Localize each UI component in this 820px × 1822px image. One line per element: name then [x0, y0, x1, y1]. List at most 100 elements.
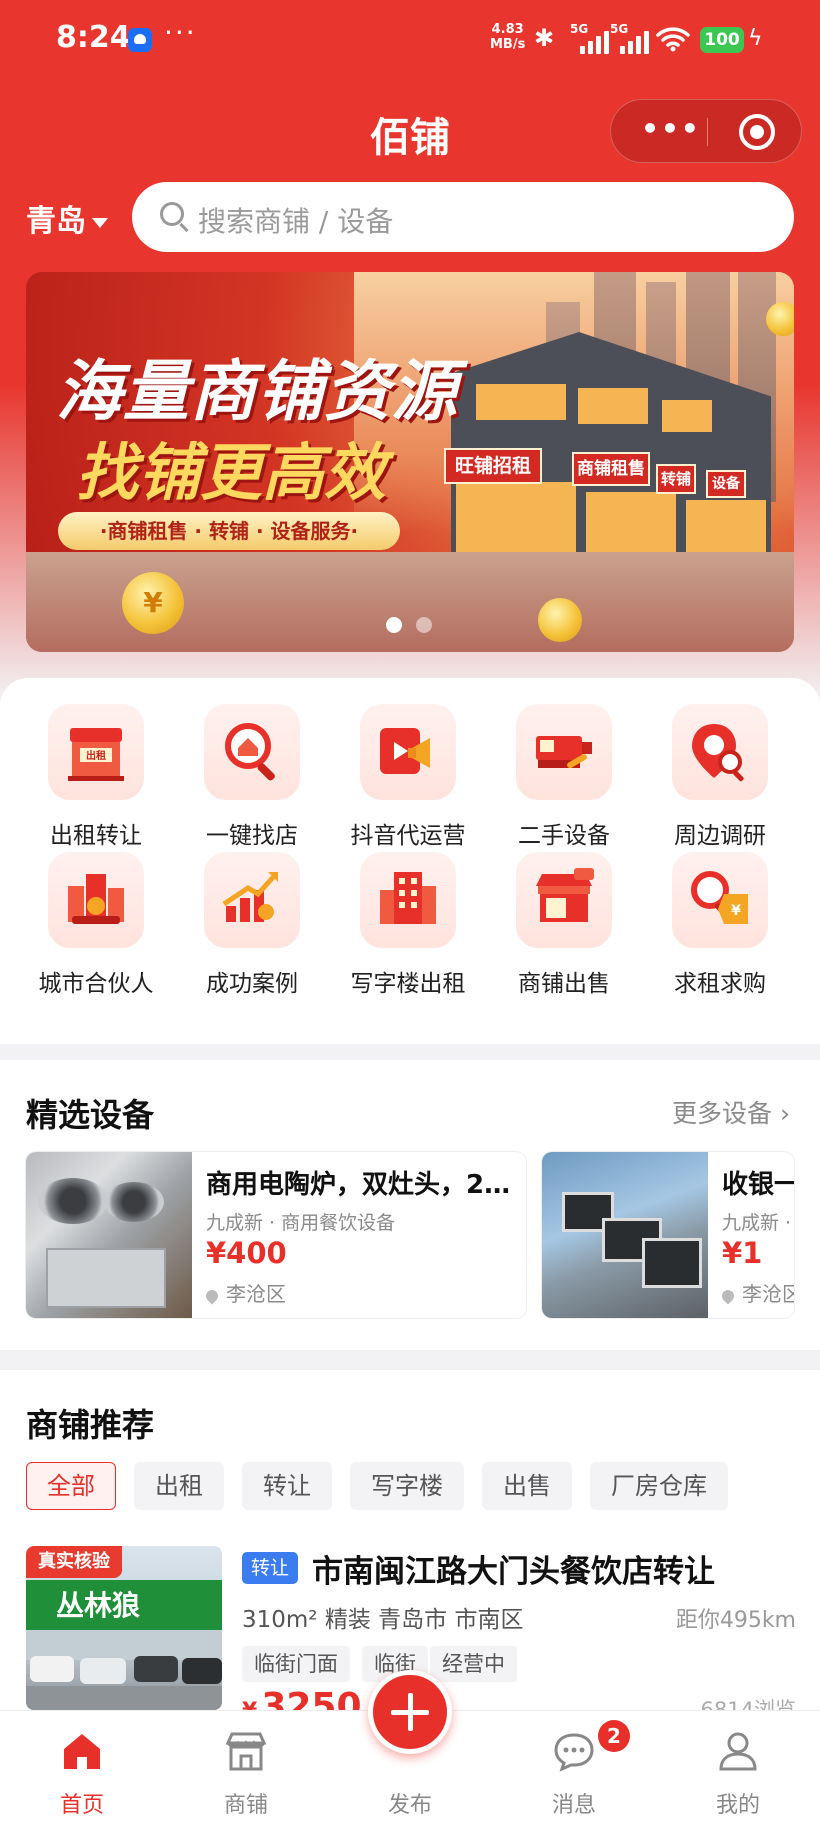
equipment-photo	[26, 1152, 192, 1318]
tab-label: 我的	[715, 1793, 760, 1818]
category-nearby-research[interactable]: 周边调研	[642, 704, 798, 850]
chevron-right-icon: ›	[780, 1099, 790, 1128]
shop-title: 市南闽江路大门头餐饮店转让	[312, 1554, 715, 1590]
shop-filter-tabs: 全部 出租 转让 写字楼 出售 厂房仓库	[26, 1462, 728, 1510]
equipment-title-text: 收银一	[722, 1170, 794, 1200]
search-icon	[160, 202, 184, 226]
target-circle-icon[interactable]	[739, 114, 775, 150]
tab-rent[interactable]: 出租	[134, 1462, 224, 1510]
signal-icon-2: 5G	[610, 22, 650, 54]
coin-icon	[538, 598, 582, 642]
category-label: 出租转让	[50, 823, 142, 849]
shop-photo: 丛林狼 真实核验	[26, 1546, 222, 1710]
equipment-title-text: 商用电陶炉，双灶头，2…	[206, 1170, 511, 1200]
tab-transfer[interactable]: 转让	[242, 1462, 332, 1510]
bluetooth-icon: ✱	[534, 24, 555, 52]
category-label: 写字楼出租	[350, 971, 466, 997]
category-label: 求租求购	[674, 971, 766, 997]
tab-office[interactable]: 写字楼	[350, 1462, 464, 1510]
tab-label: 发布	[387, 1793, 432, 1818]
equipment-location: 李沧区	[203, 1278, 286, 1307]
user-icon	[719, 1732, 757, 1771]
category-douyin-ops[interactable]: 抖音代运营	[330, 704, 486, 850]
speed-value: 4.83	[491, 22, 524, 37]
location-text: 李沧区	[742, 1282, 794, 1306]
category-shop-sale[interactable]: 商铺出售	[486, 852, 642, 998]
category-used-equipment[interactable]: 二手设备	[486, 704, 642, 850]
category-label: 城市合伙人	[38, 971, 154, 997]
growth-chart-icon	[204, 852, 300, 948]
equipment-card[interactable]: 收银一 九成新 · ¥1 李沧区	[542, 1152, 794, 1318]
category-success-cases[interactable]: 成功案例	[174, 852, 330, 998]
charging-icon: ϟ	[748, 26, 763, 51]
status-time: 8:24	[56, 20, 131, 55]
banner-headline-2: 找铺更高效	[76, 436, 387, 509]
more-notifications-icon: ···	[164, 16, 197, 49]
location-search-icon	[672, 704, 768, 800]
capsule-divider	[707, 118, 708, 146]
banner-window	[476, 384, 566, 420]
svg-text:¥: ¥	[731, 903, 741, 919]
banner-window	[686, 500, 766, 556]
shop-sale-icon	[516, 852, 612, 948]
search-placeholder: 搜索商铺 / 设备	[198, 205, 394, 238]
feature-tag: 临街门面	[242, 1646, 350, 1682]
tab-sale[interactable]: 出售	[482, 1462, 572, 1510]
category-office-rent[interactable]: 写字楼出租	[330, 852, 486, 998]
speed-unit: MB/s	[490, 37, 526, 52]
banner-headline-1: 海量商铺资源	[56, 353, 458, 430]
magnifier-shop-icon	[204, 704, 300, 800]
equipment-card[interactable]: 商用电陶炉，双灶头，2… 九成新 · 商用餐饮设备 ¥400 李沧区	[26, 1152, 526, 1318]
equipment-subtitle: 九成新 ·	[722, 1212, 792, 1234]
shop-icon	[225, 1732, 267, 1771]
network-speed: 4.83 MB/s	[490, 22, 525, 52]
battery-indicator: 100	[700, 27, 744, 53]
equipment-location: 李沧区	[719, 1278, 794, 1307]
more-equipment-label: 更多设备	[672, 1099, 773, 1128]
publish-button[interactable]	[368, 1670, 452, 1754]
category-rent-transfer[interactable]: 出租 出租转让	[18, 704, 174, 850]
location-pin-icon	[719, 1287, 737, 1304]
category-city-partner[interactable]: 城市合伙人	[18, 852, 174, 998]
signal-icon-1: 5G	[570, 22, 610, 54]
location-pin-icon	[203, 1287, 221, 1304]
wifi-icon	[656, 27, 690, 52]
category-label: 二手设备	[518, 823, 610, 849]
app-notification-icon	[128, 28, 152, 52]
carousel-dot-active[interactable]	[386, 617, 402, 633]
tab-factory-warehouse[interactable]: 厂房仓库	[590, 1462, 728, 1510]
equipment-subtitle: 九成新 · 商用餐饮设备	[206, 1212, 396, 1234]
category-find-shop[interactable]: 一键找店	[174, 704, 330, 850]
search-bar[interactable]: 搜索商铺 / 设备	[132, 182, 794, 252]
banner-sign: 旺铺招租	[444, 448, 542, 484]
tab-all[interactable]: 全部	[26, 1462, 116, 1510]
category-label: 成功案例	[206, 971, 298, 997]
shop-recommend-section: 商铺推荐 全部 出租 转让 写字楼 出售 厂房仓库 丛林狼 真实核验 转让 市南…	[0, 1370, 820, 1727]
equipment-price: ¥400	[206, 1236, 287, 1270]
machine-tool-icon	[516, 704, 612, 800]
status-bar: 8:24 ··· 4.83 MB/s ✱ 5G 5G 100 ϟ	[0, 0, 820, 84]
coin-icon: ¥	[122, 572, 184, 634]
more-equipment-link[interactable]: 更多设备 ›	[672, 1094, 790, 1130]
promo-banner[interactable]: 旺铺招租 商铺租售 转铺 设备 海量商铺资源 找铺更高效 ·商铺租售 · 转铺 …	[26, 272, 794, 652]
category-label: 商铺出售	[518, 971, 610, 997]
shop-meta: 310m² 精装 青岛市 市南区	[242, 1607, 524, 1633]
coin-icon	[766, 302, 794, 336]
category-rent-wanted[interactable]: ¥ 求租求购	[642, 852, 798, 998]
tab-label: 消息	[551, 1793, 596, 1818]
storefront-rent-icon: 出租	[48, 704, 144, 800]
equipment-price: ¥1	[722, 1236, 763, 1270]
more-dots-icon[interactable]: •••	[641, 114, 701, 150]
message-count-badge: 2	[598, 1720, 630, 1752]
tab-label: 商铺	[223, 1793, 268, 1818]
caret-down-icon	[92, 217, 108, 228]
shop-photo-sign-text: 丛林狼	[56, 1589, 141, 1622]
carousel-dot[interactable]	[416, 617, 432, 633]
banner-sign: 转铺	[656, 464, 696, 494]
banner-window	[578, 388, 648, 424]
category-grid: 出租 出租转让 一键找店 抖音代运营 二手设备 周边调研 城市合伙人 成功案例 …	[0, 678, 820, 1044]
transfer-badge: 转让	[242, 1552, 299, 1584]
category-label: 抖音代运营	[350, 823, 466, 849]
banner-sign: 设备	[706, 470, 746, 498]
city-selector[interactable]: 青岛	[26, 196, 108, 240]
